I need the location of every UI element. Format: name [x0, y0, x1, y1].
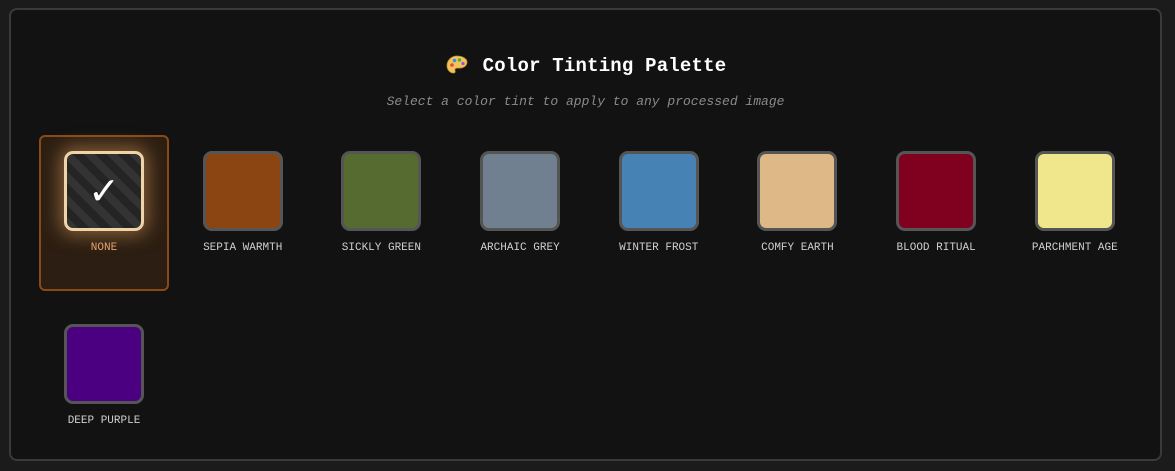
tint-swatch[interactable]: [1034, 151, 1115, 231]
page-title: Color Tinting Palette: [482, 55, 727, 77]
tint-swatch[interactable]: [896, 151, 977, 231]
tint-label: ARCHAIC GREY: [480, 242, 560, 254]
tint-grid: ✓ NONE SEPIA WARMTH SICKLY GREEN ARCHAIC…: [39, 135, 1139, 464]
tint-label: DEEP PURPLE: [67, 415, 141, 427]
tint-palette-panel: Color Tinting Palette Select a color tin…: [9, 8, 1162, 461]
tint-swatch[interactable]: [480, 151, 561, 231]
tint-label: PARCHMENT AGE: [1031, 242, 1118, 254]
tint-label: NONE: [90, 242, 118, 254]
tint-label: SEPIA WARMTH: [203, 242, 283, 254]
tint-option-comfy-earth[interactable]: COMFY EARTH: [732, 135, 862, 291]
tint-option-parchment-age[interactable]: PARCHMENT AGE: [1010, 135, 1140, 291]
tint-swatch[interactable]: [202, 151, 283, 231]
tint-option-deep-purple[interactable]: DEEP PURPLE: [39, 308, 169, 464]
tint-swatch-none[interactable]: ✓: [64, 151, 144, 231]
tint-swatch[interactable]: [618, 151, 699, 231]
palette-icon: [446, 55, 468, 74]
tint-swatch[interactable]: [757, 151, 838, 231]
tint-label: BLOOD RITUAL: [896, 242, 976, 254]
tint-option-sickly-green[interactable]: SICKLY GREEN: [316, 135, 446, 291]
tint-option-winter-frost[interactable]: WINTER FROST: [594, 135, 724, 291]
tint-swatch[interactable]: [64, 324, 144, 404]
page-subtitle: Select a color tint to apply to any proc…: [386, 94, 785, 109]
tint-label: SICKLY GREEN: [341, 242, 421, 254]
palette-header: Color Tinting Palette: [11, 54, 1160, 78]
tint-option-blood-ritual[interactable]: BLOOD RITUAL: [871, 135, 1001, 291]
tint-option-none[interactable]: ✓ NONE: [39, 135, 169, 291]
checkmark-icon: ✓: [88, 169, 120, 213]
tint-swatch[interactable]: [341, 151, 422, 231]
tint-label: COMFY EARTH: [761, 242, 834, 254]
tint-option-archaic-grey[interactable]: ARCHAIC GREY: [455, 135, 585, 291]
tint-option-sepia-warmth[interactable]: SEPIA WARMTH: [178, 135, 308, 291]
tint-label: WINTER FROST: [619, 242, 699, 254]
